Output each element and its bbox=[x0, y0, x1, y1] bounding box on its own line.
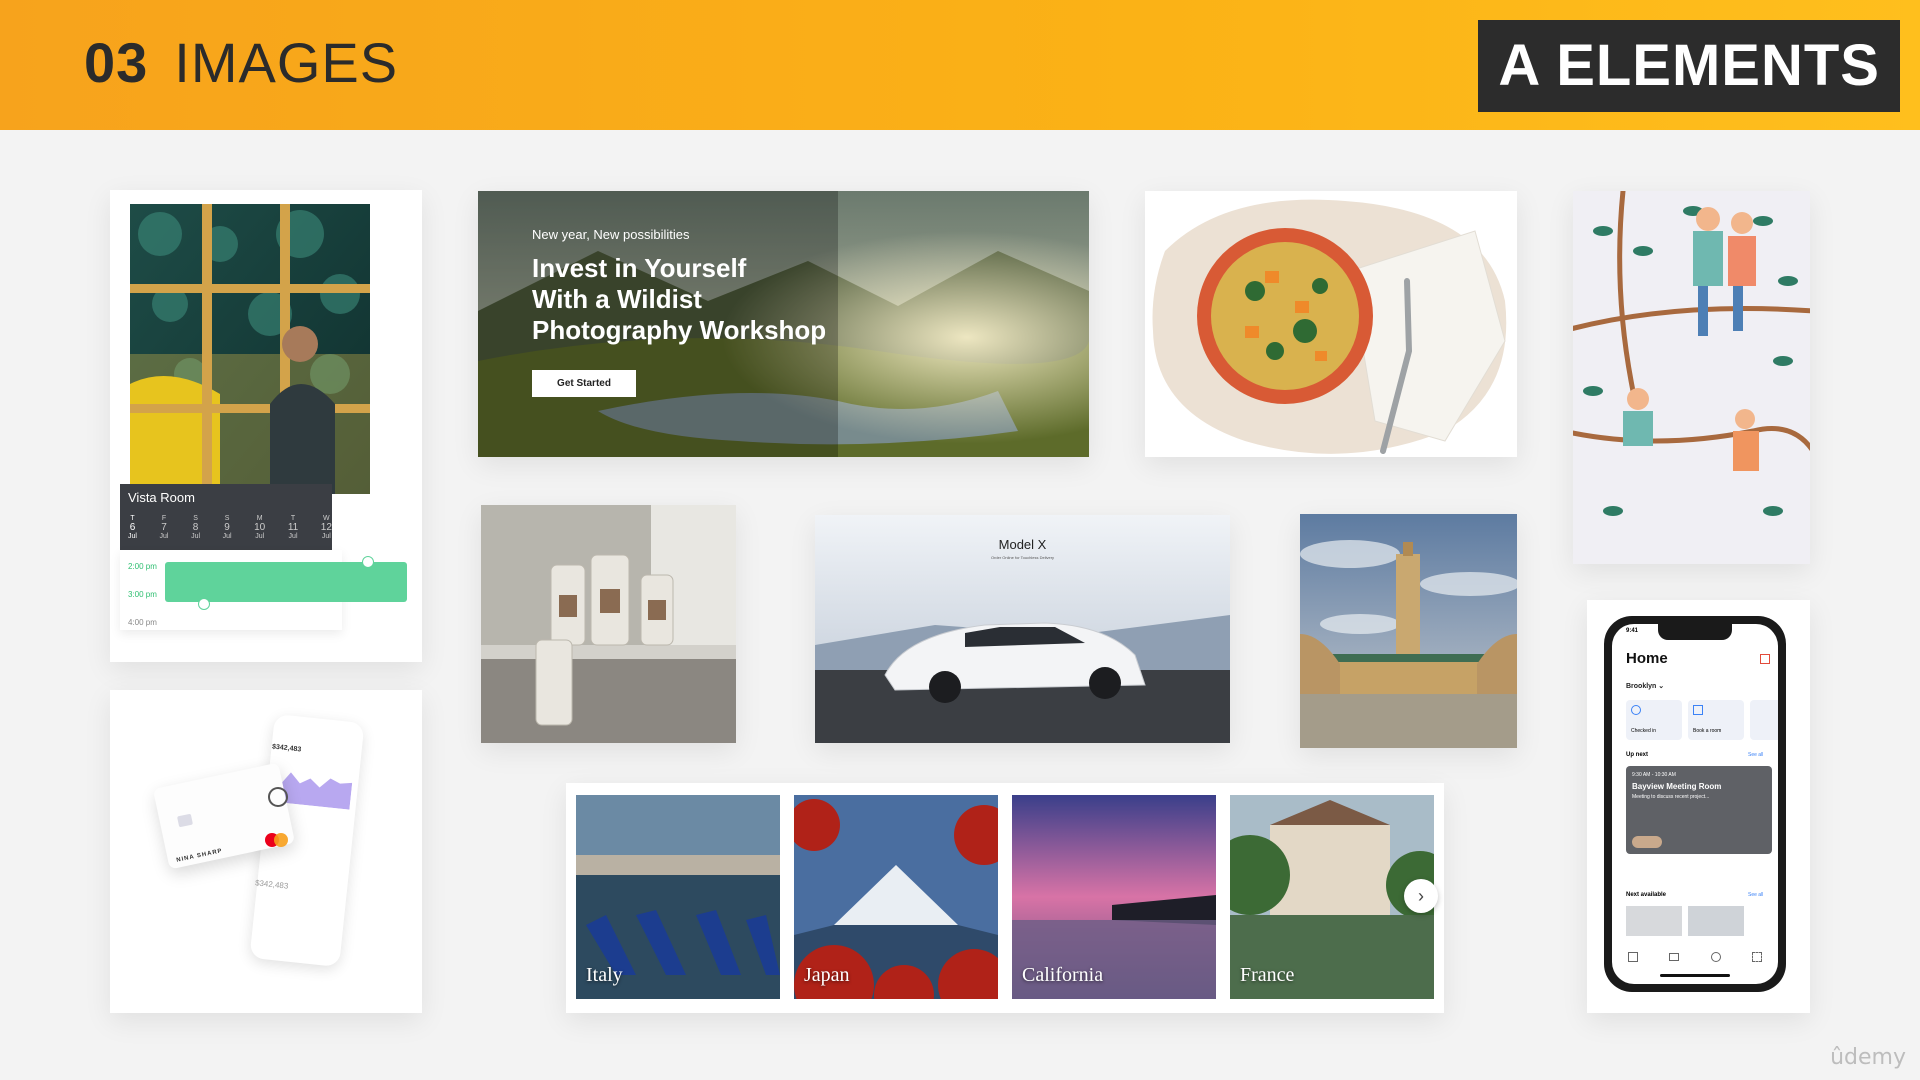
see-all-link[interactable]: See all bbox=[1748, 892, 1763, 898]
selected-time-slot[interactable] bbox=[165, 562, 407, 602]
phone-app-card: 9:41 Home Brooklyn ⌄ Checked in Book a r… bbox=[1587, 600, 1810, 1013]
day-cell[interactable]: T 6 Jul bbox=[128, 514, 137, 541]
destination-card-italy[interactable]: Italy bbox=[576, 795, 780, 999]
attendee-avatars bbox=[1632, 836, 1662, 848]
car-title: Model X bbox=[998, 537, 1047, 552]
home-title: Home bbox=[1626, 650, 1668, 667]
hero-headline: Invest in Yourself With a Wildist Photog… bbox=[532, 253, 826, 346]
tile-label: Book a room bbox=[1693, 728, 1722, 734]
hero-headline-line: Photography Workshop bbox=[532, 315, 827, 345]
bottles-photo bbox=[481, 505, 736, 743]
calendar-tab-icon[interactable] bbox=[1627, 952, 1638, 962]
card-app-card: $342,483 NINA SHARP $342,483 bbox=[110, 690, 422, 1013]
illustration-card bbox=[1573, 191, 1810, 564]
location-selector[interactable]: Brooklyn ⌄ bbox=[1626, 682, 1664, 690]
chevron-right-icon: › bbox=[1418, 886, 1424, 906]
day-cell[interactable]: M 10 Jul bbox=[254, 514, 265, 541]
room-popover: Vista Room T 6 Jul F 7 Jul S 8 Jul S 9 Jul M 10 Ju… bbox=[120, 484, 332, 550]
home-indicator bbox=[1660, 974, 1730, 977]
udemy-watermark: ûdemy bbox=[1830, 1045, 1906, 1070]
destination-label: France bbox=[1240, 964, 1295, 986]
tab-bar bbox=[1612, 946, 1778, 968]
carousel-next-button[interactable]: › bbox=[1404, 879, 1438, 913]
couple-tree-illustration bbox=[1573, 191, 1810, 516]
phone-display: 9:41 Home Brooklyn ⌄ Checked in Book a r… bbox=[1612, 624, 1778, 984]
check-circle-icon bbox=[1631, 705, 1641, 715]
phone-frame: 9:41 Home Brooklyn ⌄ Checked in Book a r… bbox=[1604, 616, 1786, 992]
hero-headline-line: Invest in Yourself bbox=[532, 253, 747, 283]
food-photo bbox=[1152, 199, 1507, 454]
destinations-carousel: Italy Japan California France › bbox=[566, 783, 1444, 1013]
chevron-down-icon: ⌄ bbox=[1658, 683, 1665, 690]
section-name: IMAGES bbox=[174, 31, 399, 94]
hero-headline-line: With a Wildist bbox=[532, 284, 702, 314]
office-photo bbox=[130, 204, 370, 494]
section-title: 03 IMAGES bbox=[84, 30, 398, 95]
destination-label: California bbox=[1022, 964, 1104, 986]
food-card bbox=[1145, 191, 1517, 457]
up-next-heading: Up next bbox=[1626, 752, 1649, 758]
meeting-description: Meeting to discuss recent project... bbox=[1632, 794, 1710, 800]
available-room-thumb[interactable] bbox=[1688, 906, 1744, 936]
get-started-button[interactable]: Get Started bbox=[532, 370, 636, 397]
time-label: 3:00 pm bbox=[128, 590, 157, 599]
mosque-photo bbox=[1300, 514, 1517, 748]
location-label: Brooklyn bbox=[1626, 683, 1657, 690]
action-tile-checked-in[interactable]: Checked in bbox=[1626, 700, 1682, 740]
meeting-card[interactable]: 9:30 AM - 10:30 AM Bayview Meeting Room … bbox=[1626, 766, 1772, 854]
action-tile-book-room[interactable]: Book a room bbox=[1688, 700, 1744, 740]
destination-label: Japan bbox=[804, 964, 850, 986]
status-time: 9:41 bbox=[1626, 628, 1639, 634]
mastercard-icon bbox=[265, 833, 289, 847]
people-tab-icon[interactable] bbox=[1710, 952, 1721, 962]
day-cell[interactable]: W 12 Jul bbox=[321, 514, 332, 541]
meeting-time: 9:30 AM - 10:30 AM bbox=[1632, 772, 1676, 778]
header-banner: 03 IMAGES A ELEMENTS bbox=[0, 0, 1920, 130]
available-room-thumb[interactable] bbox=[1626, 906, 1682, 936]
action-tile-partial[interactable] bbox=[1750, 700, 1778, 740]
tile-label: Checked in bbox=[1631, 728, 1657, 734]
meeting-title: Bayview Meeting Room bbox=[1632, 782, 1722, 791]
calendar-icon[interactable] bbox=[1760, 654, 1770, 664]
phone-notch bbox=[1658, 624, 1732, 640]
hero-eyebrow: New year, New possibilities bbox=[532, 227, 690, 242]
bottles-card bbox=[481, 505, 736, 743]
slot-handle-top[interactable] bbox=[362, 556, 374, 568]
hero-banner: New year, New possibilities Invest in Yo… bbox=[478, 191, 1089, 457]
see-all-link[interactable]: See all bbox=[1748, 752, 1763, 758]
section-number: 03 bbox=[84, 31, 149, 94]
slot-handle-bottom[interactable] bbox=[198, 598, 210, 610]
day-cell[interactable]: F 7 Jul bbox=[160, 514, 169, 541]
time-label: 2:00 pm bbox=[128, 562, 157, 571]
day-cell[interactable]: S 8 Jul bbox=[191, 514, 200, 541]
day-cell[interactable]: S 9 Jul bbox=[223, 514, 232, 541]
rooms-tab-icon[interactable] bbox=[1669, 953, 1680, 961]
next-available-heading: Next available bbox=[1626, 892, 1667, 898]
mosque-card bbox=[1300, 514, 1517, 748]
grid-tab-icon[interactable] bbox=[1752, 952, 1763, 962]
day-cell[interactable]: T 11 Jul bbox=[288, 514, 298, 541]
time-label: 4:00 pm bbox=[128, 618, 157, 627]
elements-badge: A ELEMENTS bbox=[1478, 20, 1900, 112]
car-subtitle: Order Online for Touchless Delivery bbox=[990, 555, 1055, 560]
room-name: Vista Room bbox=[128, 490, 195, 505]
booking-card: Vista Room T 6 Jul F 7 Jul S 8 Jul S 9 Jul M 10 Ju… bbox=[110, 190, 422, 662]
destination-card-japan[interactable]: Japan bbox=[794, 795, 998, 999]
destination-label: Italy bbox=[586, 964, 623, 986]
car-card: Model X Order Online for Touchless Deliv… bbox=[815, 515, 1230, 743]
destination-card-california[interactable]: California bbox=[1012, 795, 1216, 999]
cube-icon bbox=[1693, 705, 1703, 715]
day-strip: T 6 Jul F 7 Jul S 8 Jul S 9 Jul M 10 Jul T 11 Jul W1… bbox=[128, 514, 332, 541]
